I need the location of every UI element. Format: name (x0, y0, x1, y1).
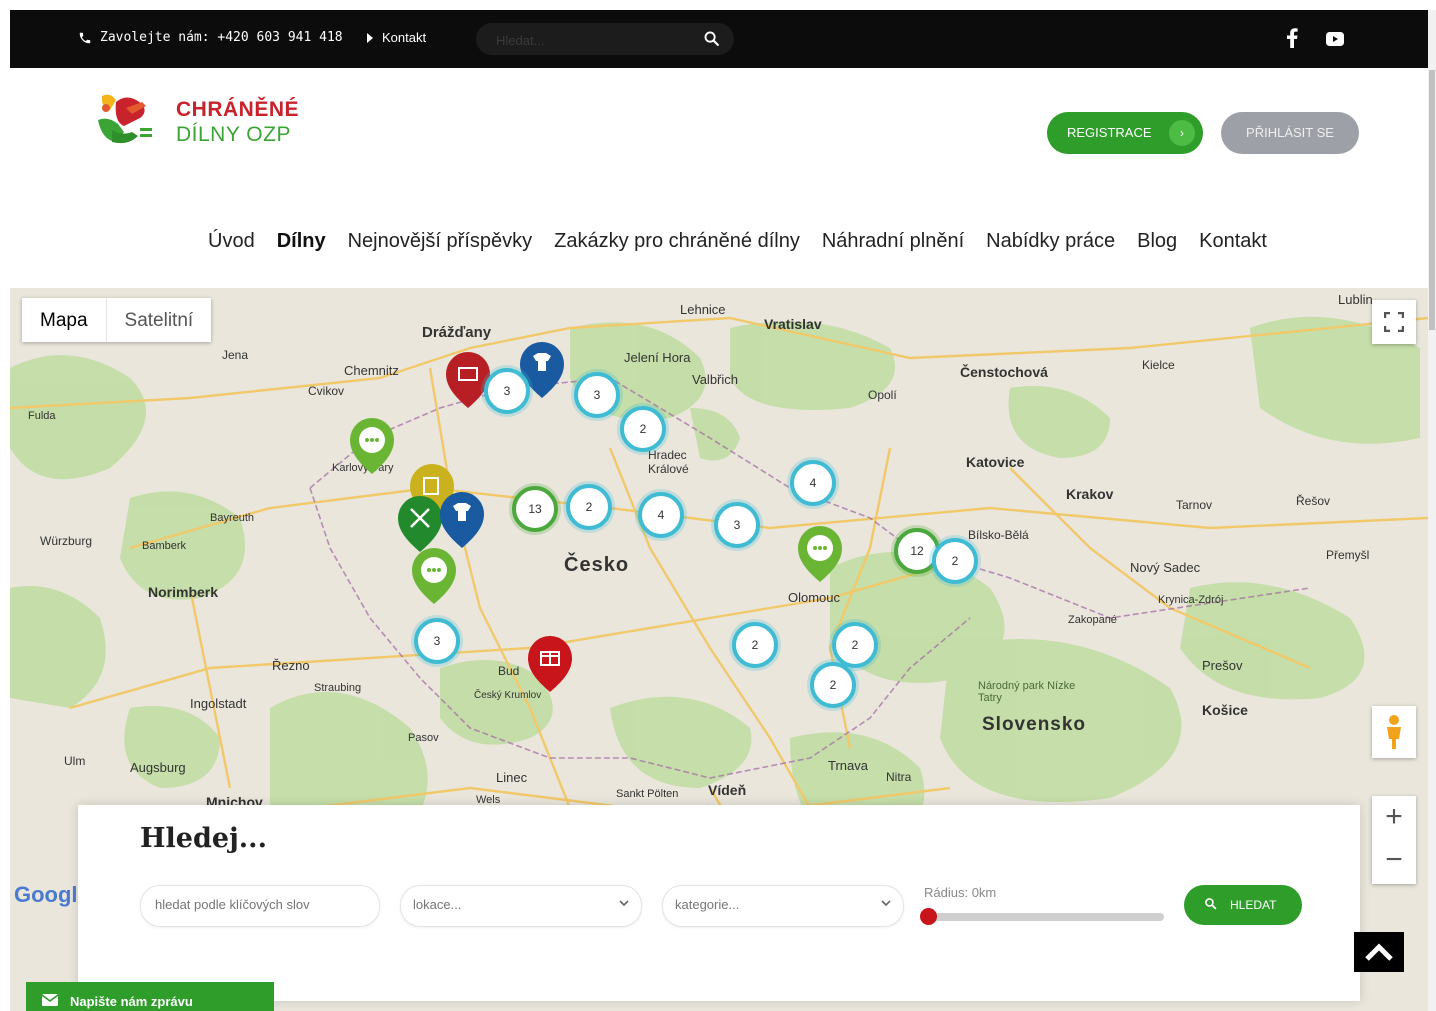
logo-line1: CHRÁNĚNÉ (176, 98, 300, 121)
search-icon (1205, 898, 1217, 910)
zoom-in-button[interactable]: + (1385, 796, 1403, 840)
cluster-count: 4 (657, 508, 665, 522)
radius-label: Rádius: 0km (924, 885, 997, 900)
top-search-input[interactable] (494, 29, 698, 51)
location-select[interactable]: lokace... (400, 885, 642, 927)
envelope-icon (42, 994, 58, 1006)
chevron-down-icon (881, 900, 891, 907)
phone-icon (79, 32, 91, 43)
pegman-icon (1387, 715, 1401, 749)
cluster-count: 12 (910, 544, 924, 558)
phone-contact[interactable]: Zavolejte nám: +420 603 941 418 (78, 30, 343, 45)
scrollbar-thumb[interactable] (1429, 70, 1435, 330)
nav-item-nabidky-prace[interactable]: Nabídky práce (986, 230, 1115, 253)
register-button[interactable]: REGISTRACE › (1047, 112, 1203, 154)
page-scrollbar[interactable] (1428, 10, 1436, 1011)
marker-red-gift[interactable] (528, 636, 572, 692)
cluster-count: 2 (951, 554, 959, 568)
radius-slider[interactable] (920, 908, 1164, 925)
cluster-count: 4 (809, 476, 817, 490)
nav-item-nahradni-plneni[interactable]: Náhradní plnění (822, 230, 964, 253)
login-label: PŘIHLÁSIT SE (1246, 125, 1334, 140)
marker-red-basket[interactable] (446, 352, 490, 408)
facebook-icon[interactable] (1286, 28, 1298, 48)
cluster-count: 2 (751, 638, 759, 652)
login-button[interactable]: PŘIHLÁSIT SE (1221, 112, 1359, 154)
nav-item-uvod[interactable]: Úvod (208, 230, 255, 253)
cluster-count: 2 (829, 678, 837, 692)
cluster-marker[interactable]: 13 (512, 486, 558, 532)
cluster-marker[interactable]: 2 (566, 484, 612, 530)
nav-item-dilny[interactable]: Dílny (277, 230, 326, 253)
marker-green-tools[interactable] (398, 496, 442, 552)
search-button-label: HLEDAT (1230, 898, 1277, 912)
cluster-count: 3 (433, 634, 441, 648)
street-view-button[interactable] (1372, 706, 1416, 758)
cluster-marker[interactable]: 3 (484, 368, 530, 414)
register-label: REGISTRACE (1067, 125, 1152, 140)
category-value: kategorie... (675, 897, 740, 912)
main-nav: Úvod Dílny Nejnovější příspěvky Zakázky … (208, 230, 1289, 253)
marker-green-more-3[interactable] (798, 526, 842, 582)
cluster-count: 13 (528, 502, 542, 516)
keyword-input[interactable] (153, 896, 357, 913)
cluster-marker[interactable]: 4 (638, 492, 684, 538)
logo-line2: DÍLNY OZP (176, 123, 291, 146)
cluster-count: 2 (851, 638, 859, 652)
marker-green-more[interactable] (350, 418, 394, 474)
cluster-marker[interactable]: 4 (790, 460, 836, 506)
caret-right-icon (367, 32, 373, 43)
marker-green-more-2[interactable] (412, 548, 456, 604)
nav-item-zakazky[interactable]: Zakázky pro chráněné dílny (554, 230, 800, 253)
keyword-field (140, 885, 380, 927)
back-to-top-button[interactable] (1354, 932, 1404, 972)
chevron-right-icon: › (1169, 120, 1195, 146)
nav-item-blog[interactable]: Blog (1137, 230, 1177, 253)
cluster-count: 2 (639, 422, 647, 436)
zoom-control: + − (1372, 796, 1416, 884)
map-type-map[interactable]: Mapa (22, 298, 106, 342)
category-select[interactable]: kategorie... (662, 885, 904, 927)
hands-logo-icon (98, 94, 152, 144)
cluster-count: 3 (733, 518, 741, 532)
browser-viewport: Zavolejte nám: +420 603 941 418 Kontakt … (10, 10, 1428, 1011)
top-kontakt-link[interactable]: Kontakt (366, 30, 426, 45)
marker-blue-shirt-2[interactable] (440, 492, 484, 548)
cluster-marker[interactable]: 2 (832, 622, 878, 668)
top-search (476, 23, 734, 55)
cluster-marker[interactable]: 2 (932, 538, 978, 584)
nav-item-prispevky[interactable]: Nejnovější příspěvky (348, 230, 533, 253)
fullscreen-icon (1384, 312, 1404, 332)
top-kontakt-label: Kontakt (382, 30, 427, 45)
cluster-count: 3 (503, 384, 511, 398)
fullscreen-button[interactable] (1372, 300, 1416, 344)
location-value: lokace... (413, 897, 462, 912)
zoom-out-button[interactable]: − (1385, 840, 1403, 884)
youtube-icon[interactable] (1326, 32, 1344, 46)
chevron-down-icon (619, 900, 629, 907)
cluster-marker[interactable]: 3 (414, 618, 460, 664)
chevron-up-icon (1365, 943, 1393, 961)
phone-text: Zavolejte nám: +420 603 941 418 (100, 30, 343, 45)
search-title: Hledej... (140, 823, 267, 854)
chat-label: Napište nám zprávu (70, 994, 193, 1009)
map-type-control: Mapa Satelitní (22, 298, 212, 342)
cluster-marker[interactable]: 2 (810, 662, 856, 708)
search-button[interactable]: HLEDAT (1184, 885, 1302, 925)
cluster-marker[interactable]: 3 (574, 372, 620, 418)
cluster-count: 3 (593, 388, 601, 402)
site-logo[interactable]: CHRÁNĚNÉ DÍLNY OZP (92, 90, 302, 154)
top-bar: Zavolejte nám: +420 603 941 418 Kontakt (10, 10, 1428, 68)
search-panel: Hledej... lokace... kategorie... Rádius:… (78, 805, 1360, 1001)
cluster-count: 2 (585, 500, 593, 514)
cluster-marker[interactable]: 2 (732, 622, 778, 668)
nav-item-kontakt[interactable]: Kontakt (1199, 230, 1267, 253)
search-icon[interactable] (703, 30, 720, 47)
radius-slider-handle[interactable] (920, 908, 937, 925)
cluster-marker[interactable]: 3 (714, 502, 760, 548)
map-type-satellite[interactable]: Satelitní (105, 298, 212, 342)
chat-widget[interactable]: Napište nám zprávu (26, 982, 274, 1011)
cluster-marker[interactable]: 2 (620, 406, 666, 452)
